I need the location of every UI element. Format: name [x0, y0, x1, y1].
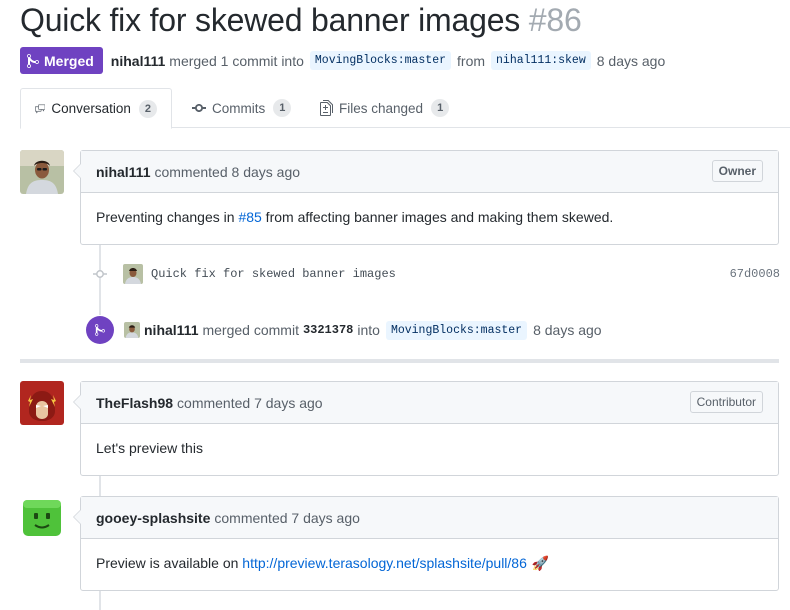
- issue-link[interactable]: #85: [238, 209, 261, 225]
- avatar-gooey-splashsite[interactable]: [20, 496, 64, 540]
- comment-text: Preventing changes in: [96, 209, 239, 225]
- merge-event-age[interactable]: 8 days ago: [533, 322, 602, 338]
- avatar-nihal111-small[interactable]: [124, 322, 140, 338]
- commit-message-link[interactable]: Quick fix for skewed banner images: [151, 267, 396, 281]
- comment-author-link[interactable]: nihal111: [96, 164, 150, 180]
- merged-status-badge: Merged: [20, 47, 103, 74]
- tab-commits-label: Commits: [212, 100, 266, 116]
- pr-number: #86: [528, 2, 582, 38]
- tab-conversation-label: Conversation: [51, 101, 131, 116]
- comment-card: TheFlash98 commented 7 days ago Contribu…: [73, 381, 779, 476]
- pr-meta: Merged nihal111 merged 1 commit into Mov…: [20, 47, 665, 74]
- comment-timestamp[interactable]: commented 7 days ago: [177, 395, 323, 411]
- commit-row: Quick fix for skewed banner images 67d00…: [80, 262, 780, 286]
- tab-commits[interactable]: Commits 1: [178, 88, 305, 128]
- avatar-nihal111-small[interactable]: [123, 264, 143, 284]
- file-diff-icon: [320, 100, 333, 116]
- merge-description: merged 1 commit into: [169, 52, 304, 69]
- tab-files-changed-label: Files changed: [339, 100, 424, 116]
- timeline-line: [99, 476, 101, 496]
- comment-discussion-icon: [35, 103, 46, 114]
- comment-card: nihal111 commented 8 days ago Owner Prev…: [73, 150, 779, 245]
- comment-author-link[interactable]: gooey-splashsite: [96, 510, 210, 526]
- comment-card: gooey-splashsite commented 7 days ago Pr…: [73, 496, 779, 591]
- comment-text: Preview is available on: [96, 555, 243, 571]
- timeline-line: [99, 591, 101, 610]
- base-branch-ref[interactable]: MovingBlocks:master: [309, 51, 452, 70]
- comment-body: Preventing changes in #85 from affecting…: [81, 193, 778, 241]
- comment-header: TheFlash98 commented 7 days ago Contribu…: [81, 382, 778, 424]
- rocket-icon: 🚀: [531, 554, 550, 571]
- pr-title: Quick fix for skewed banner images #86: [20, 2, 582, 39]
- git-merge-icon: [27, 53, 39, 68]
- git-commit-icon: [93, 270, 107, 278]
- tab-files-changed[interactable]: Files changed 1: [306, 88, 463, 128]
- comment-body: Let's preview this: [81, 424, 778, 472]
- from-text: from: [457, 52, 486, 69]
- comment-text: Let's preview this: [96, 440, 203, 456]
- merge-event: nihal111 merged commit 3321378 into Movi…: [86, 316, 602, 344]
- merge-target-branch[interactable]: MovingBlocks:master: [385, 320, 528, 340]
- avatar-nihal111[interactable]: [20, 150, 64, 194]
- comment-timestamp[interactable]: commented 8 days ago: [154, 164, 300, 180]
- git-commit-icon: [192, 104, 206, 112]
- comment-body: Preview is available on http://preview.t…: [81, 539, 778, 587]
- contributor-badge: Contributor: [689, 391, 763, 413]
- tab-commits-count: 1: [273, 99, 292, 117]
- timeline-divider: [20, 359, 779, 363]
- merge-commit-sha-link[interactable]: 3321378: [303, 323, 353, 337]
- head-branch-ref[interactable]: nihal111:skew: [491, 51, 591, 70]
- merge-event-text: into: [357, 322, 380, 338]
- comment-header: nihal111 commented 8 days ago Owner: [81, 151, 778, 193]
- merge-author-link[interactable]: nihal111: [144, 322, 198, 338]
- avatar-theflash98[interactable]: [20, 381, 64, 425]
- comment-text: from affecting banner images and making …: [261, 209, 614, 225]
- pr-author-link[interactable]: nihal111: [111, 53, 165, 69]
- merged-label: Merged: [44, 52, 94, 69]
- comment-author-link[interactable]: TheFlash98: [96, 395, 173, 411]
- merge-event-text: merged commit: [202, 322, 299, 338]
- pr-age: 8 days ago: [596, 52, 666, 69]
- preview-link[interactable]: http://preview.terasology.net/splashsite…: [242, 555, 527, 571]
- tab-conversation[interactable]: Conversation 2: [20, 88, 172, 129]
- comment-header: gooey-splashsite commented 7 days ago: [81, 497, 778, 539]
- commit-sha-link[interactable]: 67d0008: [730, 267, 780, 281]
- tab-files-changed-count: 1: [431, 99, 450, 117]
- pr-title-text: Quick fix for skewed banner images: [20, 2, 521, 38]
- pr-tabs: Conversation 2 Commits 1 Files changed 1: [20, 88, 790, 129]
- git-merge-icon: [86, 316, 114, 344]
- owner-badge: Owner: [711, 160, 763, 182]
- comment-timestamp[interactable]: commented 7 days ago: [214, 510, 360, 526]
- tab-conversation-count: 2: [138, 99, 157, 118]
